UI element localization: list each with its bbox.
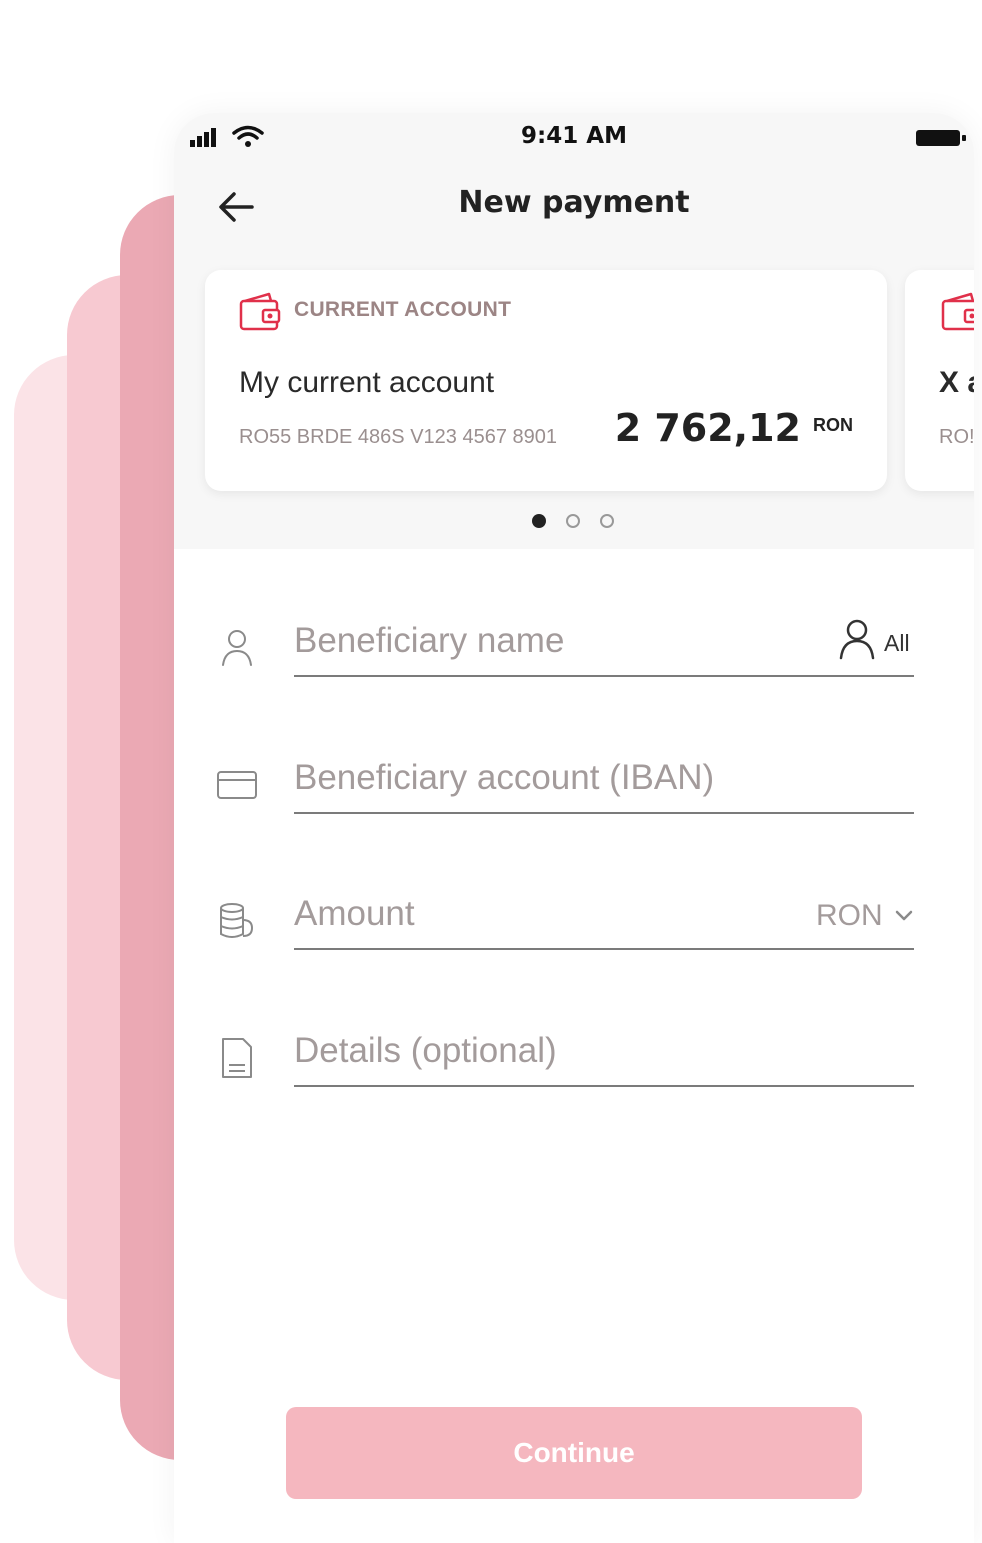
contacts-all-button[interactable]: All bbox=[838, 618, 918, 668]
field-underline bbox=[294, 675, 914, 677]
contacts-all-label: All bbox=[884, 630, 910, 656]
page-title: New payment bbox=[458, 185, 690, 220]
battery-icon bbox=[916, 130, 966, 146]
status-bar: 9:41 AM bbox=[174, 113, 974, 163]
beneficiary-account-input[interactable] bbox=[294, 753, 814, 803]
currency-value: RON bbox=[816, 899, 883, 932]
beneficiary-name-field: All bbox=[174, 598, 974, 698]
document-icon bbox=[222, 1038, 252, 1078]
wallet-icon bbox=[239, 292, 281, 331]
status-time: 9:41 AM bbox=[521, 123, 627, 149]
field-underline bbox=[294, 948, 914, 950]
coins-icon bbox=[220, 903, 254, 938]
account-iban: RO! bbox=[939, 426, 974, 448]
field-underline bbox=[294, 1085, 914, 1087]
beneficiary-name-input[interactable] bbox=[294, 616, 814, 666]
account-card[interactable]: CURRENT ACCOUNT My current account RO55 … bbox=[205, 270, 887, 491]
field-underline bbox=[294, 812, 914, 814]
card-icon bbox=[217, 771, 257, 799]
carousel-dot[interactable] bbox=[566, 514, 580, 528]
account-balance: 2 762,12 bbox=[614, 406, 801, 450]
amount-input[interactable] bbox=[294, 889, 814, 939]
account-iban: RO55 BRDE 486S V123 4567 8901 bbox=[239, 426, 557, 448]
contacts-icon bbox=[839, 619, 875, 660]
carousel-dot[interactable] bbox=[600, 514, 614, 528]
person-icon bbox=[222, 630, 252, 666]
account-type-label: CURRENT ACCOUNT bbox=[294, 298, 512, 321]
currency-select[interactable]: RON bbox=[810, 891, 920, 941]
details-input[interactable] bbox=[294, 1026, 814, 1076]
phone-screen: 9:41 AM New payment CURRENT ACCOUNT My c… bbox=[174, 113, 974, 1543]
account-card-next[interactable]: X a RO! bbox=[905, 270, 974, 491]
account-name: My current account bbox=[239, 366, 495, 399]
amount-field: RON bbox=[174, 871, 974, 971]
details-field bbox=[174, 1008, 974, 1108]
account-name: X a bbox=[939, 366, 974, 399]
account-currency: RON bbox=[813, 415, 853, 435]
beneficiary-account-field bbox=[174, 735, 974, 835]
chevron-down-icon bbox=[895, 910, 913, 921]
continue-button[interactable]: Continue bbox=[286, 1407, 862, 1499]
carousel-dot-active[interactable] bbox=[532, 514, 546, 528]
wallet-icon bbox=[941, 292, 974, 331]
